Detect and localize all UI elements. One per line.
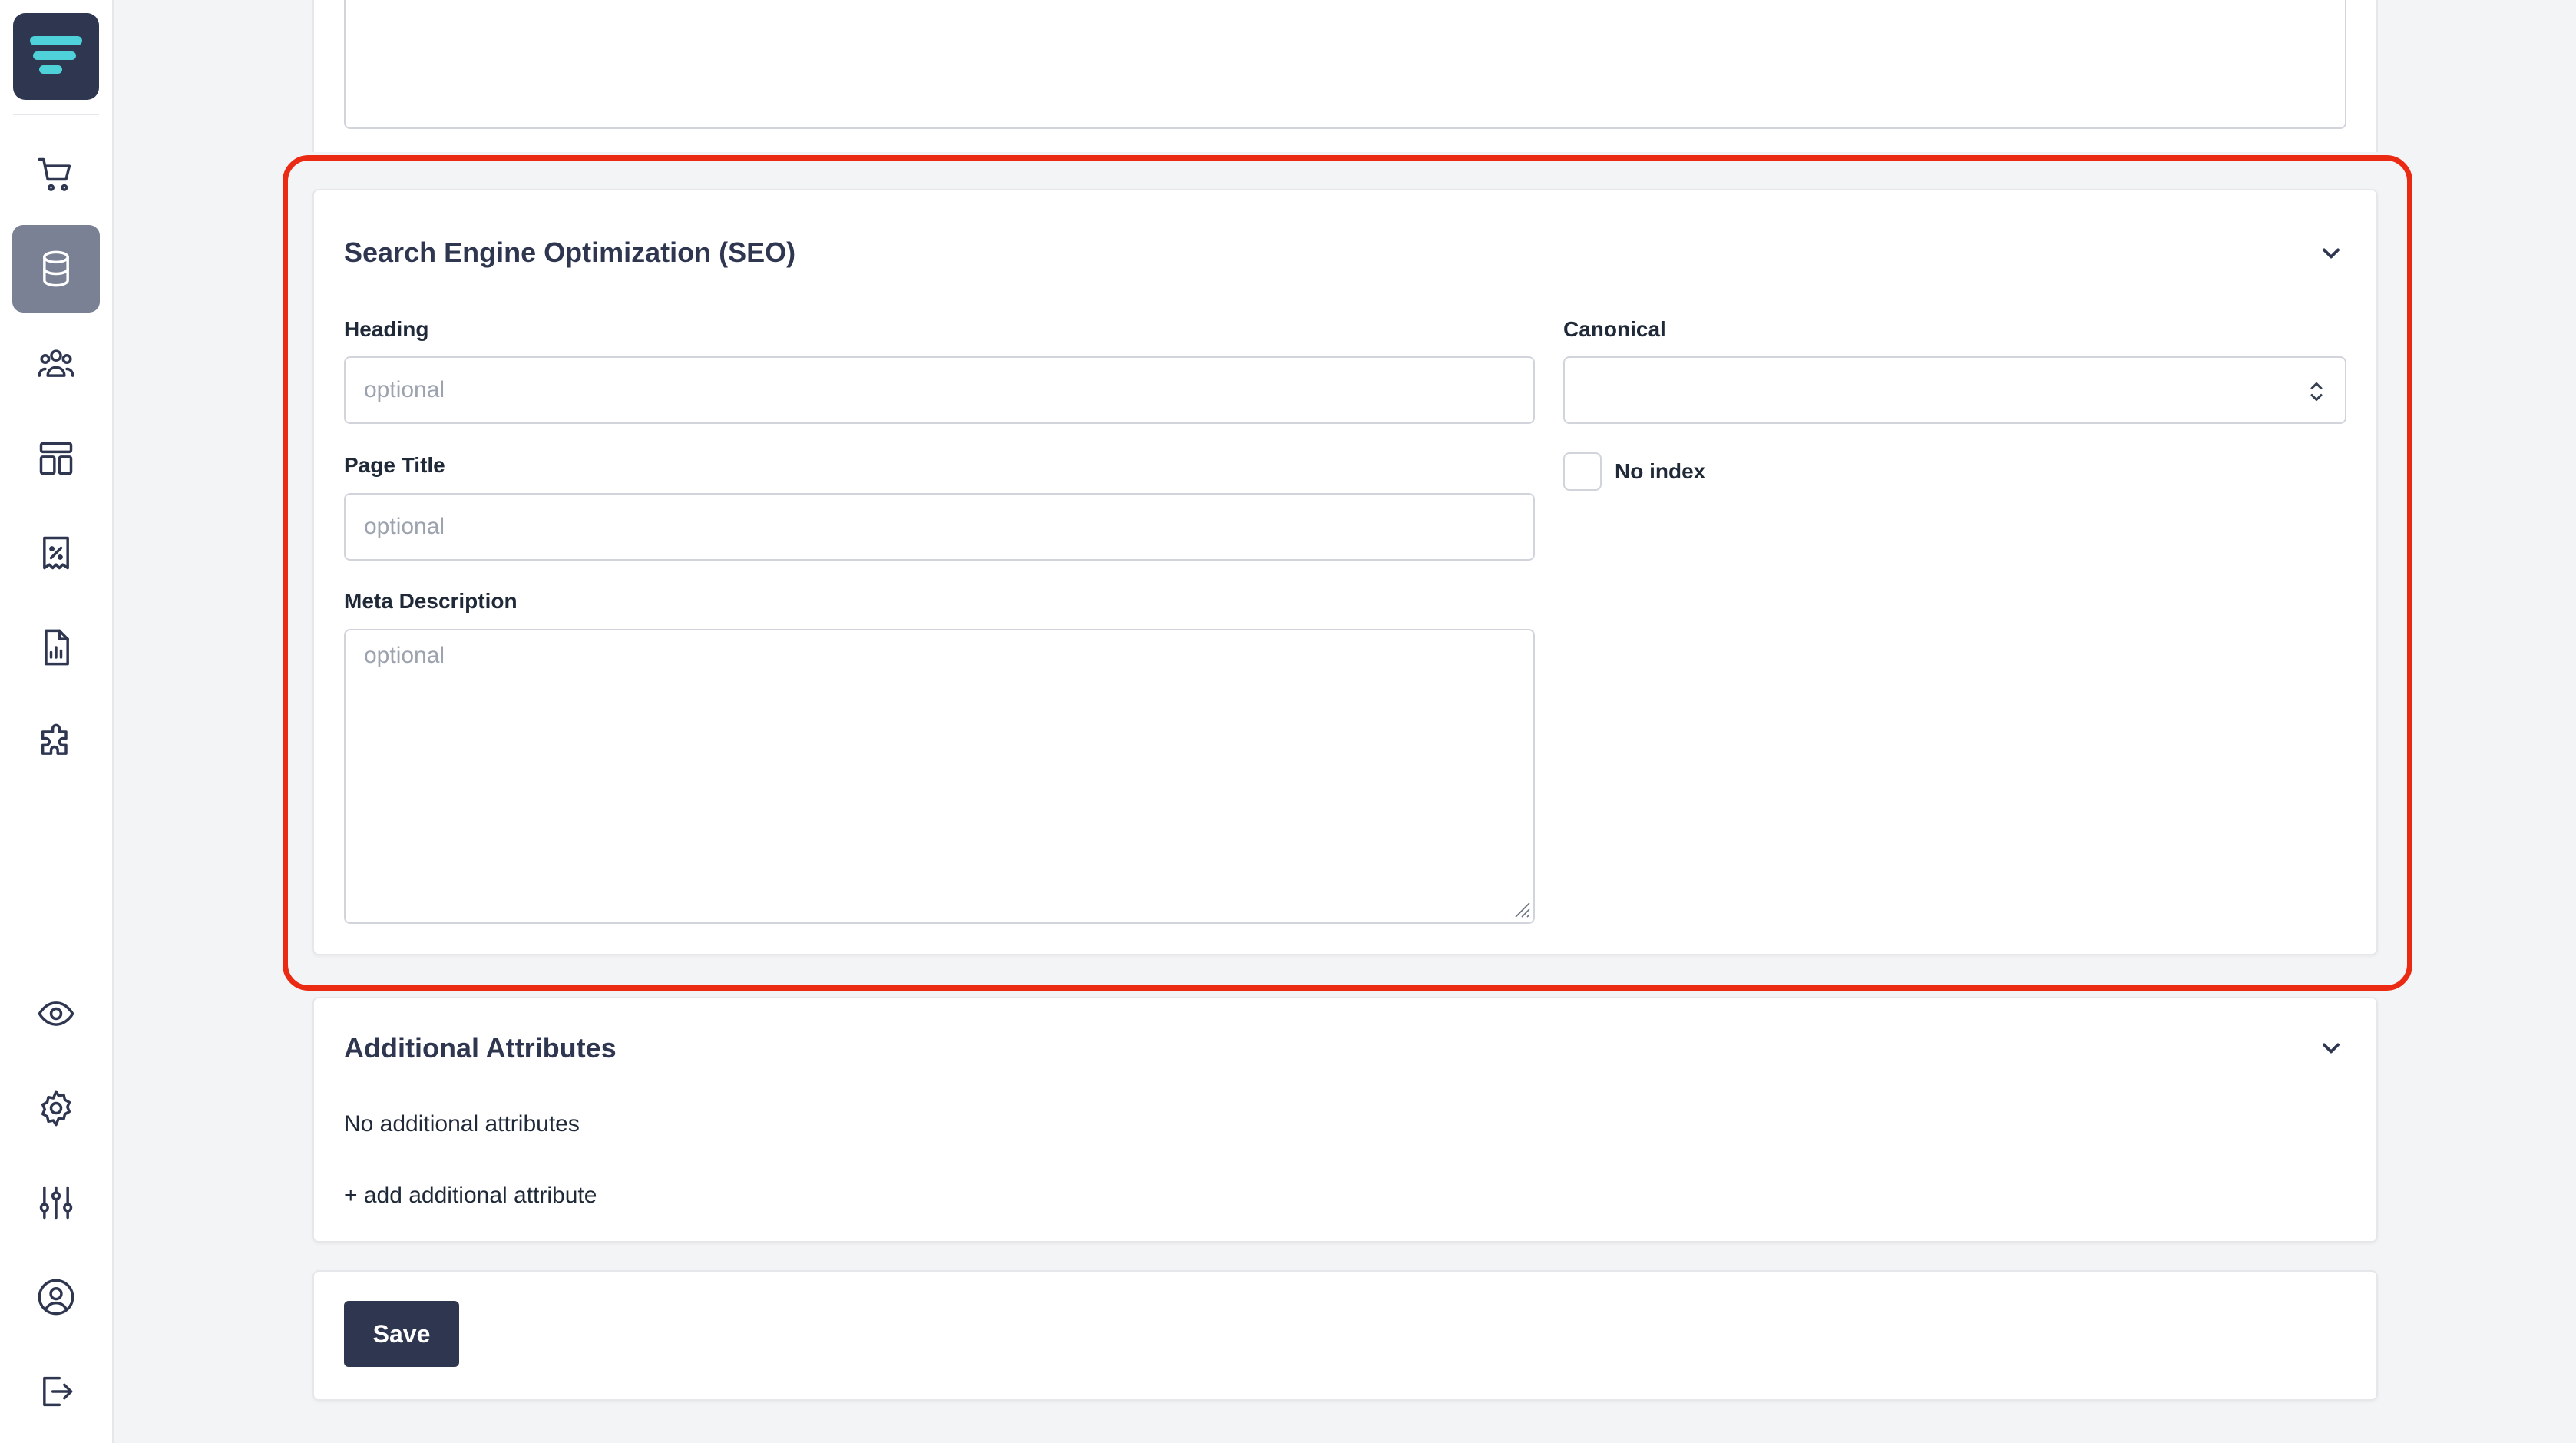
page-title-label: Page Title xyxy=(344,453,445,477)
sidebar-item-settings[interactable] xyxy=(12,1064,100,1152)
sliders-icon xyxy=(39,1186,73,1220)
page-title-input[interactable] xyxy=(344,493,1535,561)
sidebar-item-catalog[interactable] xyxy=(12,225,100,313)
sidebar xyxy=(0,0,114,1443)
puzzle-icon xyxy=(41,723,68,755)
heading-input[interactable] xyxy=(344,356,1535,424)
seo-card-title: Search Engine Optimization (SEO) xyxy=(344,237,796,268)
sidebar-item-content[interactable] xyxy=(12,415,100,502)
database-icon xyxy=(43,250,69,287)
user-circle-icon xyxy=(38,1279,74,1316)
report-icon xyxy=(45,629,69,666)
add-attribute-link[interactable]: + add additional attribute xyxy=(344,1183,597,1209)
meta-description-textarea[interactable] xyxy=(344,629,1535,924)
chevron-down-icon[interactable] xyxy=(2317,1034,2345,1062)
sidebar-item-discounts[interactable] xyxy=(12,509,100,597)
sidebar-item-reports[interactable] xyxy=(12,604,100,691)
eye-icon xyxy=(38,1001,74,1026)
meta-description-label: Meta Description xyxy=(344,589,518,613)
sidebar-item-adjustments[interactable] xyxy=(12,1159,100,1246)
previous-textarea[interactable] xyxy=(344,0,2346,129)
users-icon xyxy=(38,349,74,377)
logout-icon xyxy=(43,1376,73,1407)
sidebar-item-logout[interactable] xyxy=(12,1348,100,1435)
receipt-percent-icon xyxy=(43,536,69,570)
sidebar-divider xyxy=(13,114,99,115)
layout-icon xyxy=(39,442,73,475)
sidebar-item-preview[interactable] xyxy=(12,970,100,1057)
save-button[interactable]: Save xyxy=(344,1301,459,1367)
select-arrows-icon xyxy=(2310,382,2323,401)
resize-grip-icon[interactable] xyxy=(1513,900,1531,918)
actions-card xyxy=(312,1270,2378,1401)
sidebar-item-customers[interactable] xyxy=(12,320,100,408)
logo-icon xyxy=(30,35,82,74)
cart-icon xyxy=(38,157,71,191)
heading-label: Heading xyxy=(344,317,429,341)
no-index-checkbox[interactable] xyxy=(1563,452,1602,491)
sidebar-item-orders[interactable] xyxy=(12,131,100,218)
sidebar-item-extensions[interactable] xyxy=(12,698,100,786)
chevron-down-icon[interactable] xyxy=(2317,240,2345,267)
canonical-label: Canonical xyxy=(1563,317,1666,341)
no-attributes-text: No additional attributes xyxy=(344,1111,580,1137)
app-logo[interactable] xyxy=(13,13,99,100)
canonical-select[interactable] xyxy=(1563,356,2346,424)
additional-attributes-title: Additional Attributes xyxy=(344,1032,617,1064)
sidebar-item-account[interactable] xyxy=(12,1253,100,1341)
no-index-label[interactable]: No index xyxy=(1615,459,1705,484)
gear-icon xyxy=(41,1090,71,1127)
additional-attributes-card xyxy=(312,997,2378,1243)
